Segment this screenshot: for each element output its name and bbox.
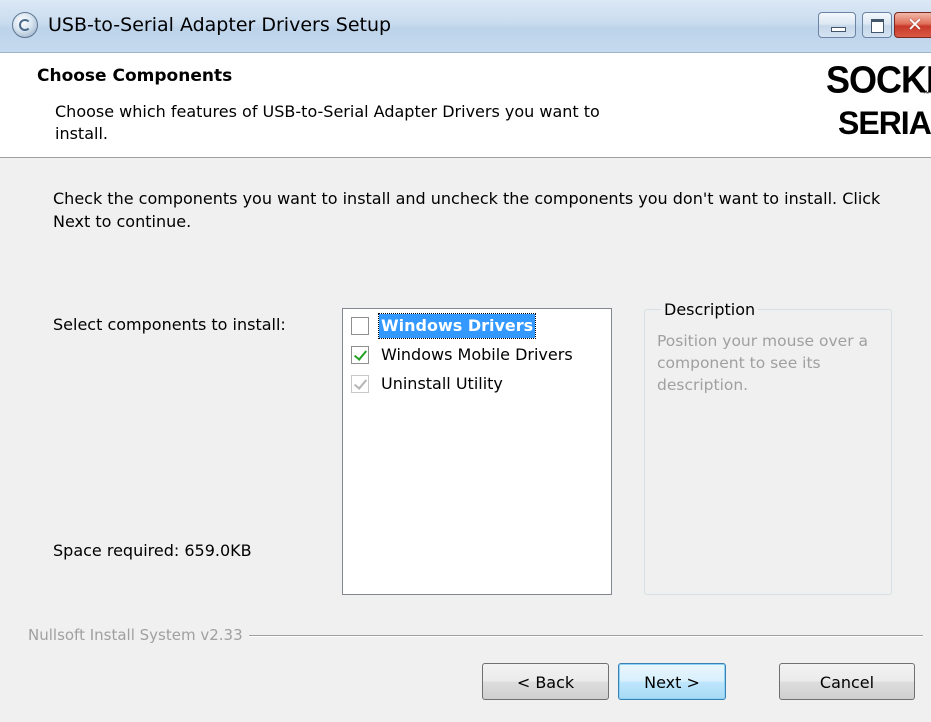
component-checkbox[interactable] — [351, 317, 369, 335]
space-required-label: Space required: 659.0KB — [53, 541, 252, 560]
maximize-icon — [871, 19, 884, 33]
page-subtitle: Choose which features of USB-to-Serial A… — [55, 102, 600, 143]
minimize-button[interactable] — [818, 12, 856, 38]
description-group: Description Position your mouse over a c… — [644, 300, 892, 595]
minimize-icon — [831, 27, 846, 32]
logo-line2: SERIAL — [838, 105, 931, 141]
nsis-brand-label: Nullsoft Install System v2.33 — [28, 626, 249, 644]
components-tree[interactable]: Windows Drivers Windows Mobile Drivers U… — [342, 308, 612, 595]
title-bar[interactable]: USB-to-Serial Adapter Drivers Setup ✕ — [0, 0, 931, 53]
header-panel: Choose Components Choose which features … — [0, 53, 931, 158]
close-icon: ✕ — [907, 14, 923, 36]
installer-cd-icon[interactable] — [12, 12, 38, 38]
instructions-text: Check the components you want to install… — [53, 189, 881, 231]
next-button[interactable]: Next > — [618, 663, 726, 700]
component-checkbox[interactable] — [351, 346, 369, 364]
window-title: USB-to-Serial Adapter Drivers Setup — [48, 14, 392, 36]
description-legend: Description — [661, 300, 759, 319]
socket-serial-logo: SOCKET ™ SERIAL — [826, 58, 931, 151]
component-label[interactable]: Windows Drivers — [377, 313, 537, 339]
logo-trademark: ™ — [922, 89, 930, 98]
page-title: Choose Components — [37, 66, 233, 86]
close-button[interactable]: ✕ — [894, 12, 931, 38]
maximize-button[interactable] — [862, 12, 892, 38]
back-button[interactable]: < Back — [482, 663, 609, 700]
component-checkbox-disabled — [351, 375, 369, 393]
cancel-button[interactable]: Cancel — [779, 663, 915, 700]
component-label: Uninstall Utility — [381, 374, 503, 393]
select-components-label: Select components to install: — [53, 315, 286, 334]
logo-line1: SOCKET — [826, 57, 931, 101]
setup-window: USB-to-Serial Adapter Drivers Setup ✕ Ch… — [0, 0, 931, 722]
component-label[interactable]: Windows Mobile Drivers — [379, 343, 575, 367]
description-text: Position your mouse over a component to … — [657, 332, 868, 394]
